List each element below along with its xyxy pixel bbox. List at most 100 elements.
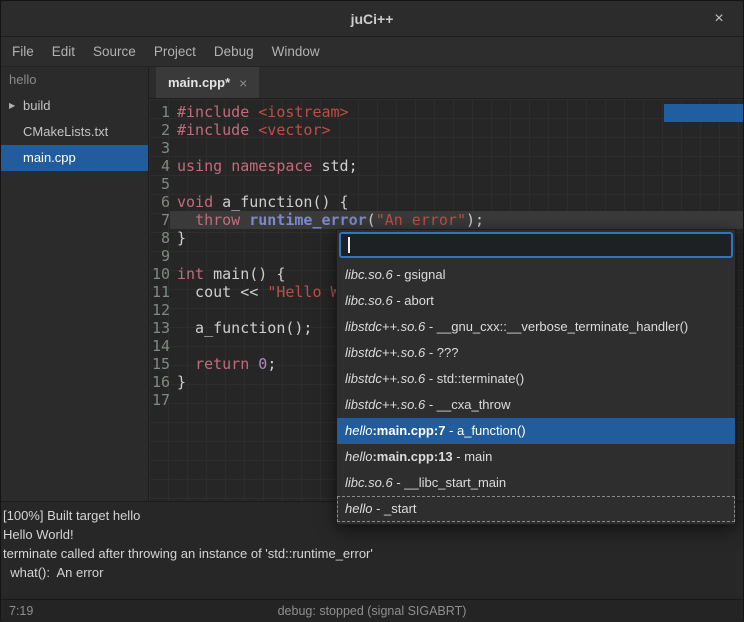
code-token: a_function() {	[213, 193, 348, 211]
sidebar-item-label: build	[23, 93, 50, 119]
menu-item-file[interactable]: File	[3, 37, 43, 66]
frame-function: - std::terminate()	[425, 371, 524, 386]
sidebar-item-cmakelists-txt[interactable]: CMakeLists.txt	[1, 119, 148, 145]
frame-function: - __cxa_throw	[425, 397, 510, 412]
line-number: 4	[149, 157, 170, 175]
code-line[interactable]: 6 void a_function() {	[149, 193, 743, 211]
code-token: namespace	[231, 157, 312, 175]
code-token: (	[367, 211, 376, 229]
line-number: 1	[149, 103, 170, 121]
stack-frame-item[interactable]: libstdc++.so.6 - __cxa_throw	[337, 392, 735, 418]
code-line[interactable]: 7 throw runtime_error("An error");	[149, 211, 743, 229]
menu-item-source[interactable]: Source	[84, 37, 145, 66]
frame-library: hello	[345, 423, 372, 438]
code-token: }	[177, 373, 186, 391]
stack-frame-list: libc.so.6 - gsignallibc.so.6 - abortlibs…	[337, 262, 735, 522]
code-token: void	[177, 193, 213, 211]
stack-frame-item[interactable]: libstdc++.so.6 - __gnu_cxx::__verbose_te…	[337, 314, 735, 340]
frame-function: - a_function()	[445, 423, 525, 438]
code-token: <vector>	[258, 121, 330, 139]
stack-frame-item[interactable]: libc.so.6 - __libc_start_main	[337, 470, 735, 496]
line-number: 5	[149, 175, 170, 193]
code-token	[177, 211, 195, 229]
code-token: #include	[177, 103, 249, 121]
tab-main-cpp[interactable]: main.cpp* ×	[156, 67, 259, 98]
frame-function: - __libc_start_main	[393, 475, 506, 490]
stack-frame-item[interactable]: libstdc++.so.6 - ???	[337, 340, 735, 366]
console-line: terminate called after throwing an insta…	[3, 544, 741, 563]
code-token: using	[177, 157, 222, 175]
frame-location: :main.cpp:7	[372, 423, 445, 438]
code-line[interactable]: 5	[149, 175, 743, 193]
code-token: cout <<	[177, 283, 267, 301]
line-number: 15	[149, 355, 170, 373]
stack-frame-item[interactable]: libc.so.6 - gsignal	[337, 262, 735, 288]
frame-function: - ???	[425, 345, 458, 360]
frame-library: libstdc++.so.6	[345, 345, 425, 360]
window-titlebar[interactable]: juCi++ ×	[1, 1, 743, 37]
code-token	[249, 121, 258, 139]
code-token: "An error"	[376, 211, 466, 229]
cursor-position: 7:19	[9, 600, 33, 622]
code-line[interactable]: 3	[149, 139, 743, 157]
code-token	[222, 157, 231, 175]
menu-bar: FileEditSourceProjectDebugWindow	[1, 37, 743, 67]
debug-status: debug: stopped (signal SIGABRT)	[1, 600, 743, 622]
frame-location: :main.cpp:13	[372, 449, 452, 464]
stack-frame-item[interactable]: libstdc++.so.6 - std::terminate()	[337, 366, 735, 392]
console-line: what(): An error	[3, 563, 741, 582]
code-token	[177, 355, 195, 373]
tab-label: main.cpp*	[168, 75, 230, 90]
frame-library: hello	[345, 449, 372, 464]
app-window: juCi++ × FileEditSourceProjectDebugWindo…	[0, 0, 744, 621]
frame-filter-input[interactable]	[339, 232, 733, 258]
code-token: std;	[312, 157, 357, 175]
code-token: runtime_error	[249, 211, 366, 229]
code-token: throw	[195, 211, 240, 229]
code-token: }	[177, 229, 186, 247]
stack-frame-item[interactable]: hello:main.cpp:7 - a_function()	[337, 418, 735, 444]
text-cursor	[348, 237, 350, 253]
project-tree: ▶buildCMakeLists.txtmain.cpp	[1, 93, 148, 171]
code-token: a_function();	[177, 319, 312, 337]
stack-frame-item[interactable]: hello - _start	[337, 496, 735, 522]
menu-item-project[interactable]: Project	[145, 37, 205, 66]
code-token: );	[466, 211, 484, 229]
code-token: <iostream>	[258, 103, 348, 121]
code-line[interactable]: 1#include <iostream>	[149, 103, 743, 121]
sidebar-item-label: main.cpp	[23, 145, 76, 171]
line-number: 2	[149, 121, 170, 139]
code-text: #include <iostream>	[170, 103, 743, 121]
code-line[interactable]: 2#include <vector>	[149, 121, 743, 139]
sidebar-item-label: CMakeLists.txt	[23, 119, 108, 145]
line-number: 10	[149, 265, 170, 283]
frame-library: libstdc++.so.6	[345, 371, 425, 386]
project-sidebar: hello ▶buildCMakeLists.txtmain.cpp	[1, 67, 149, 501]
frame-library: hello	[345, 501, 372, 516]
frame-library: libstdc++.so.6	[345, 319, 425, 334]
line-number: 6	[149, 193, 170, 211]
scrollbar-thumb[interactable]	[664, 104, 743, 122]
expander-icon[interactable]: ▶	[9, 93, 23, 119]
stack-frame-item[interactable]: libc.so.6 - abort	[337, 288, 735, 314]
sidebar-item-build[interactable]: ▶build	[1, 93, 148, 119]
line-number: 8	[149, 229, 170, 247]
sidebar-item-main-cpp[interactable]: main.cpp	[1, 145, 148, 171]
line-number: 17	[149, 391, 170, 409]
code-text: #include <vector>	[170, 121, 743, 139]
close-icon[interactable]: ×	[709, 9, 729, 29]
menu-item-debug[interactable]: Debug	[205, 37, 263, 66]
menu-item-edit[interactable]: Edit	[43, 37, 84, 66]
stack-frame-item[interactable]: hello:main.cpp:13 - main	[337, 444, 735, 470]
stack-frame-popup: libc.so.6 - gsignallibc.so.6 - abortlibs…	[336, 229, 736, 525]
code-line[interactable]: 4 using namespace std;	[149, 157, 743, 175]
frame-library: libc.so.6	[345, 267, 393, 282]
tab-bar: main.cpp* ×	[149, 67, 743, 99]
code-token: 0	[258, 355, 267, 373]
frame-library: libc.so.6	[345, 293, 393, 308]
tab-close-icon[interactable]: ×	[239, 75, 247, 91]
menu-item-window[interactable]: Window	[263, 37, 329, 66]
frame-library: libc.so.6	[345, 475, 393, 490]
code-text	[170, 139, 743, 157]
console-line: Hello World!	[3, 525, 741, 544]
